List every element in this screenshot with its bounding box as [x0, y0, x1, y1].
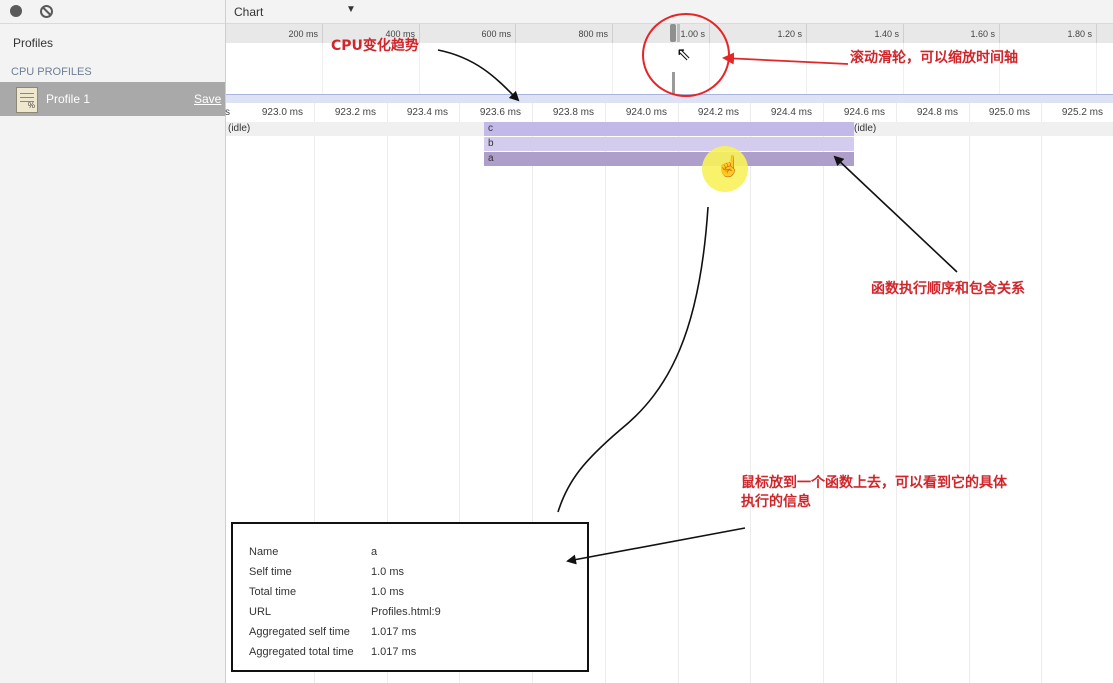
arrow-call-order — [833, 155, 958, 273]
arrow-hover-info — [566, 527, 746, 565]
arrow-scroll-zoom — [722, 52, 849, 65]
curve-tooltip-link — [557, 206, 709, 513]
arrow-cpu-trend — [437, 49, 520, 102]
annotation-arrows — [437, 49, 958, 565]
